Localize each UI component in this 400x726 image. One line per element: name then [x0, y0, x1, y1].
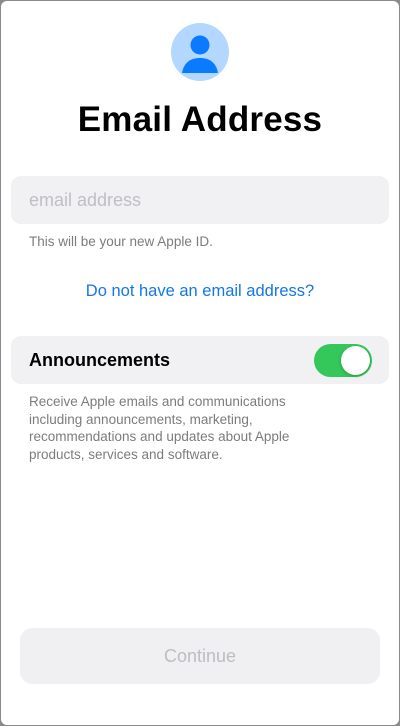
email-field[interactable] [11, 176, 389, 224]
email-input[interactable] [29, 176, 371, 224]
page-title: Email Address [77, 100, 323, 139]
no-email-link[interactable]: Do not have an email address? [1, 280, 399, 302]
email-helper-text: This will be your new Apple ID. [29, 234, 213, 249]
description-line: Receive Apple emails and communications [29, 394, 286, 409]
description-line: products, services and software. [29, 446, 223, 462]
description-line: recommendations and updates about Apple [29, 429, 290, 444]
description-line: including announcements, marketing, [29, 411, 253, 427]
person-icon [171, 23, 229, 81]
continue-button[interactable]: Continue [20, 628, 380, 684]
announcements-description: Receive Apple emails and communications … [29, 393, 359, 463]
email-address-screen: Email Address This will be your new Appl… [1, 1, 399, 725]
announcements-row: Announcements [11, 336, 389, 384]
toggle-knob [341, 346, 370, 375]
announcements-label: Announcements [29, 350, 171, 370]
announcements-toggle[interactable] [314, 344, 372, 377]
